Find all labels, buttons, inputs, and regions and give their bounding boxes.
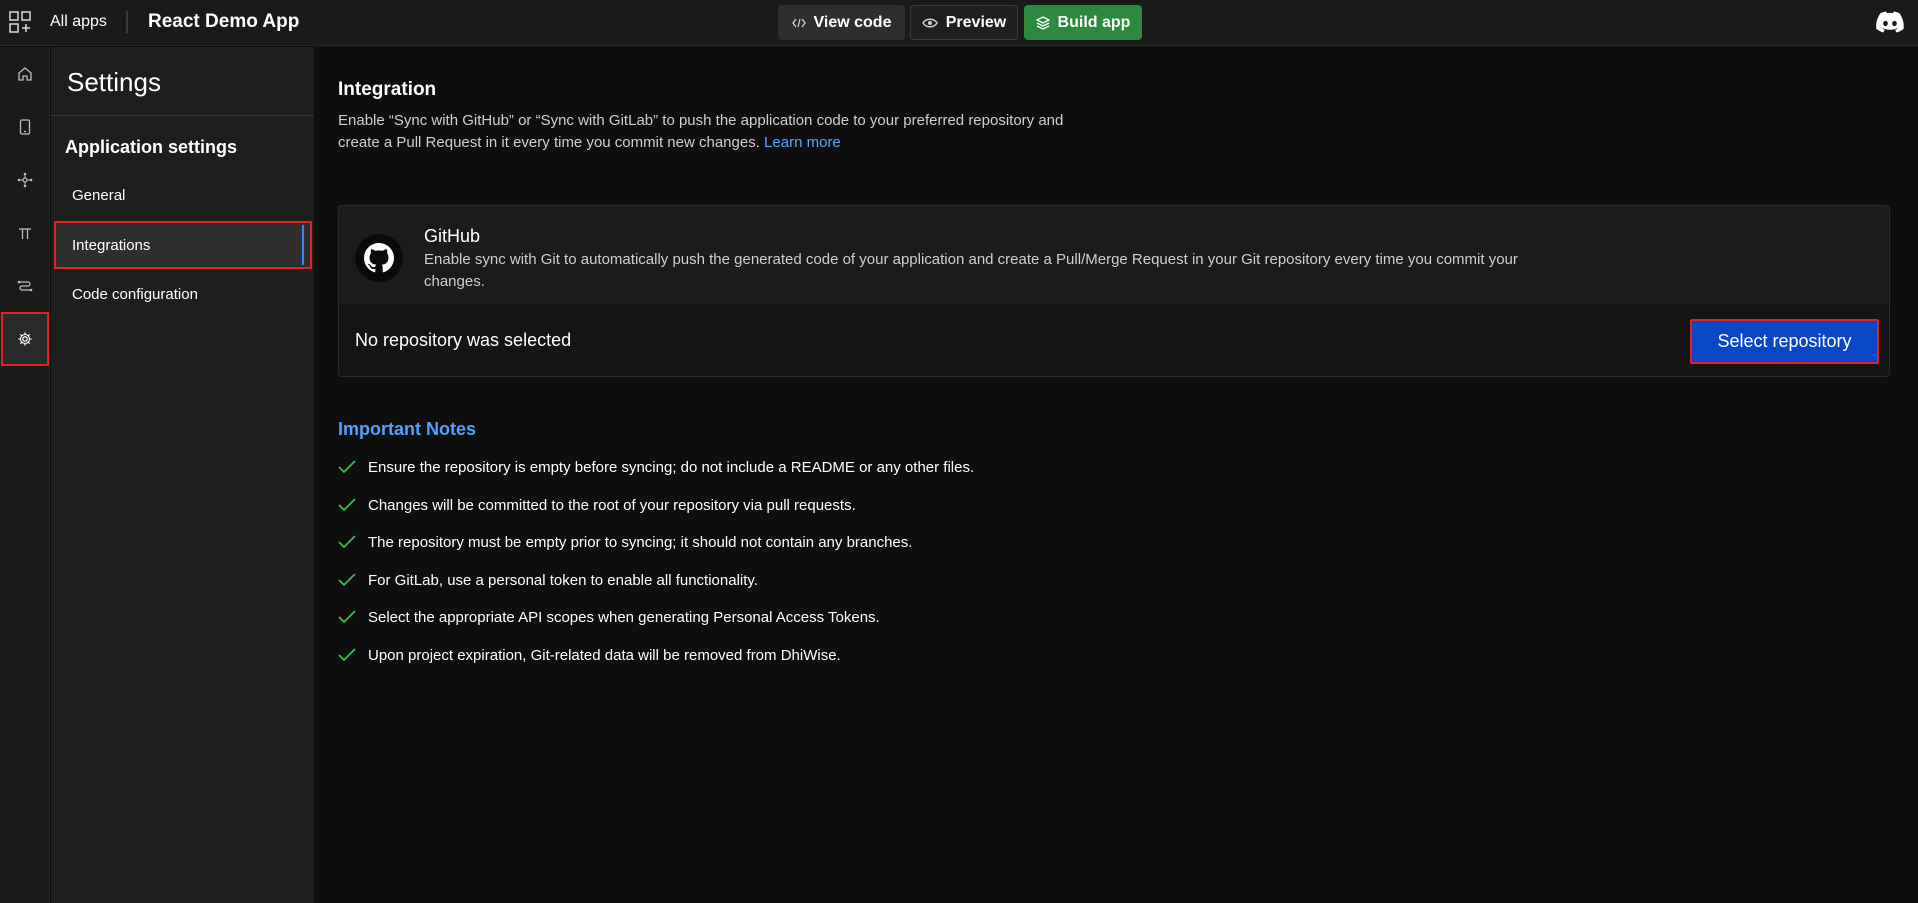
settings-sidebar: Settings Application settings General In… <box>51 47 314 903</box>
integration-description: Enable “Sync with GitHub” or “Sync with … <box>338 110 1098 154</box>
rail-settings[interactable] <box>1 312 49 366</box>
github-icon <box>355 234 403 282</box>
apps-grid-icon[interactable] <box>9 11 31 33</box>
repository-status: No repository was selected <box>355 330 572 350</box>
note-text: Select the appropriate API scopes when g… <box>368 608 880 626</box>
note-text: Changes will be committed to the root of… <box>368 496 856 514</box>
rail-home[interactable] <box>4 53 46 95</box>
flow-icon <box>17 280 33 292</box>
home-icon <box>18 67 32 81</box>
top-bar: All apps React Demo App View code Previe… <box>0 0 1918 46</box>
nav-general[interactable]: General <box>54 171 312 219</box>
github-description: Enable sync with Git to automatically pu… <box>424 251 1518 290</box>
preview-button[interactable]: Preview <box>910 5 1018 40</box>
check-icon <box>338 535 356 549</box>
note-text: Ensure the repository is empty before sy… <box>368 458 975 476</box>
main-content: Integration Enable “Sync with GitHub” or… <box>314 47 1918 903</box>
gear-icon <box>18 332 32 346</box>
note-item: Changes will be committed to the root of… <box>338 494 856 516</box>
discord-icon[interactable] <box>1876 11 1904 33</box>
mobile-icon <box>19 119 31 135</box>
note-item: For GitLab, use a personal token to enab… <box>338 569 758 591</box>
note-item: The repository must be empty prior to sy… <box>338 531 912 553</box>
icon-rail <box>0 47 50 903</box>
rail-constants[interactable] <box>4 212 46 254</box>
github-card-header: GitHub Enable sync with Git to automatic… <box>339 206 1889 304</box>
integration-description-text: Enable “Sync with GitHub” or “Sync with … <box>338 112 1064 151</box>
check-icon <box>338 648 356 662</box>
divider <box>51 115 314 116</box>
preview-label: Preview <box>945 13 1007 31</box>
note-text: For GitLab, use a personal token to enab… <box>368 571 758 589</box>
nodes-icon <box>17 172 33 188</box>
note-item: Ensure the repository is empty before sy… <box>338 456 974 478</box>
github-title: GitHub <box>424 226 481 246</box>
check-icon <box>338 460 356 474</box>
rail-components[interactable] <box>4 159 46 201</box>
rail-screens[interactable] <box>4 106 46 148</box>
build-app-button[interactable]: Build app <box>1024 5 1142 40</box>
settings-title: Settings <box>67 67 161 97</box>
eye-icon <box>921 18 938 27</box>
learn-more-link[interactable]: Learn more <box>764 134 841 151</box>
note-text: The repository must be empty prior to sy… <box>368 533 913 551</box>
note-text: Upon project expiration, Git-related dat… <box>368 646 841 664</box>
check-icon <box>338 498 356 512</box>
all-apps-link[interactable]: All apps <box>50 13 107 31</box>
nav-integrations[interactable]: Integrations <box>54 221 312 269</box>
rail-flows[interactable] <box>4 265 46 307</box>
view-code-button[interactable]: View code <box>778 5 905 40</box>
integration-title: Integration <box>338 79 437 100</box>
check-icon <box>338 610 356 624</box>
view-code-label: View code <box>813 13 892 31</box>
layers-icon <box>1035 15 1050 30</box>
github-card: GitHub Enable sync with Git to automatic… <box>338 205 1890 377</box>
code-icon <box>791 18 806 27</box>
build-app-label: Build app <box>1057 13 1131 31</box>
important-notes-title: Important Notes <box>338 419 477 439</box>
nav-code-configuration[interactable]: Code configuration <box>54 270 312 318</box>
divider <box>126 11 128 33</box>
note-item: Upon project expiration, Git-related dat… <box>338 644 841 666</box>
note-item: Select the appropriate API scopes when g… <box>338 606 880 628</box>
pi-icon <box>19 228 31 239</box>
app-title: React Demo App <box>148 11 300 32</box>
check-icon <box>338 573 356 587</box>
section-title: Application settings <box>65 137 238 157</box>
select-repository-button[interactable]: Select repository <box>1690 319 1879 364</box>
